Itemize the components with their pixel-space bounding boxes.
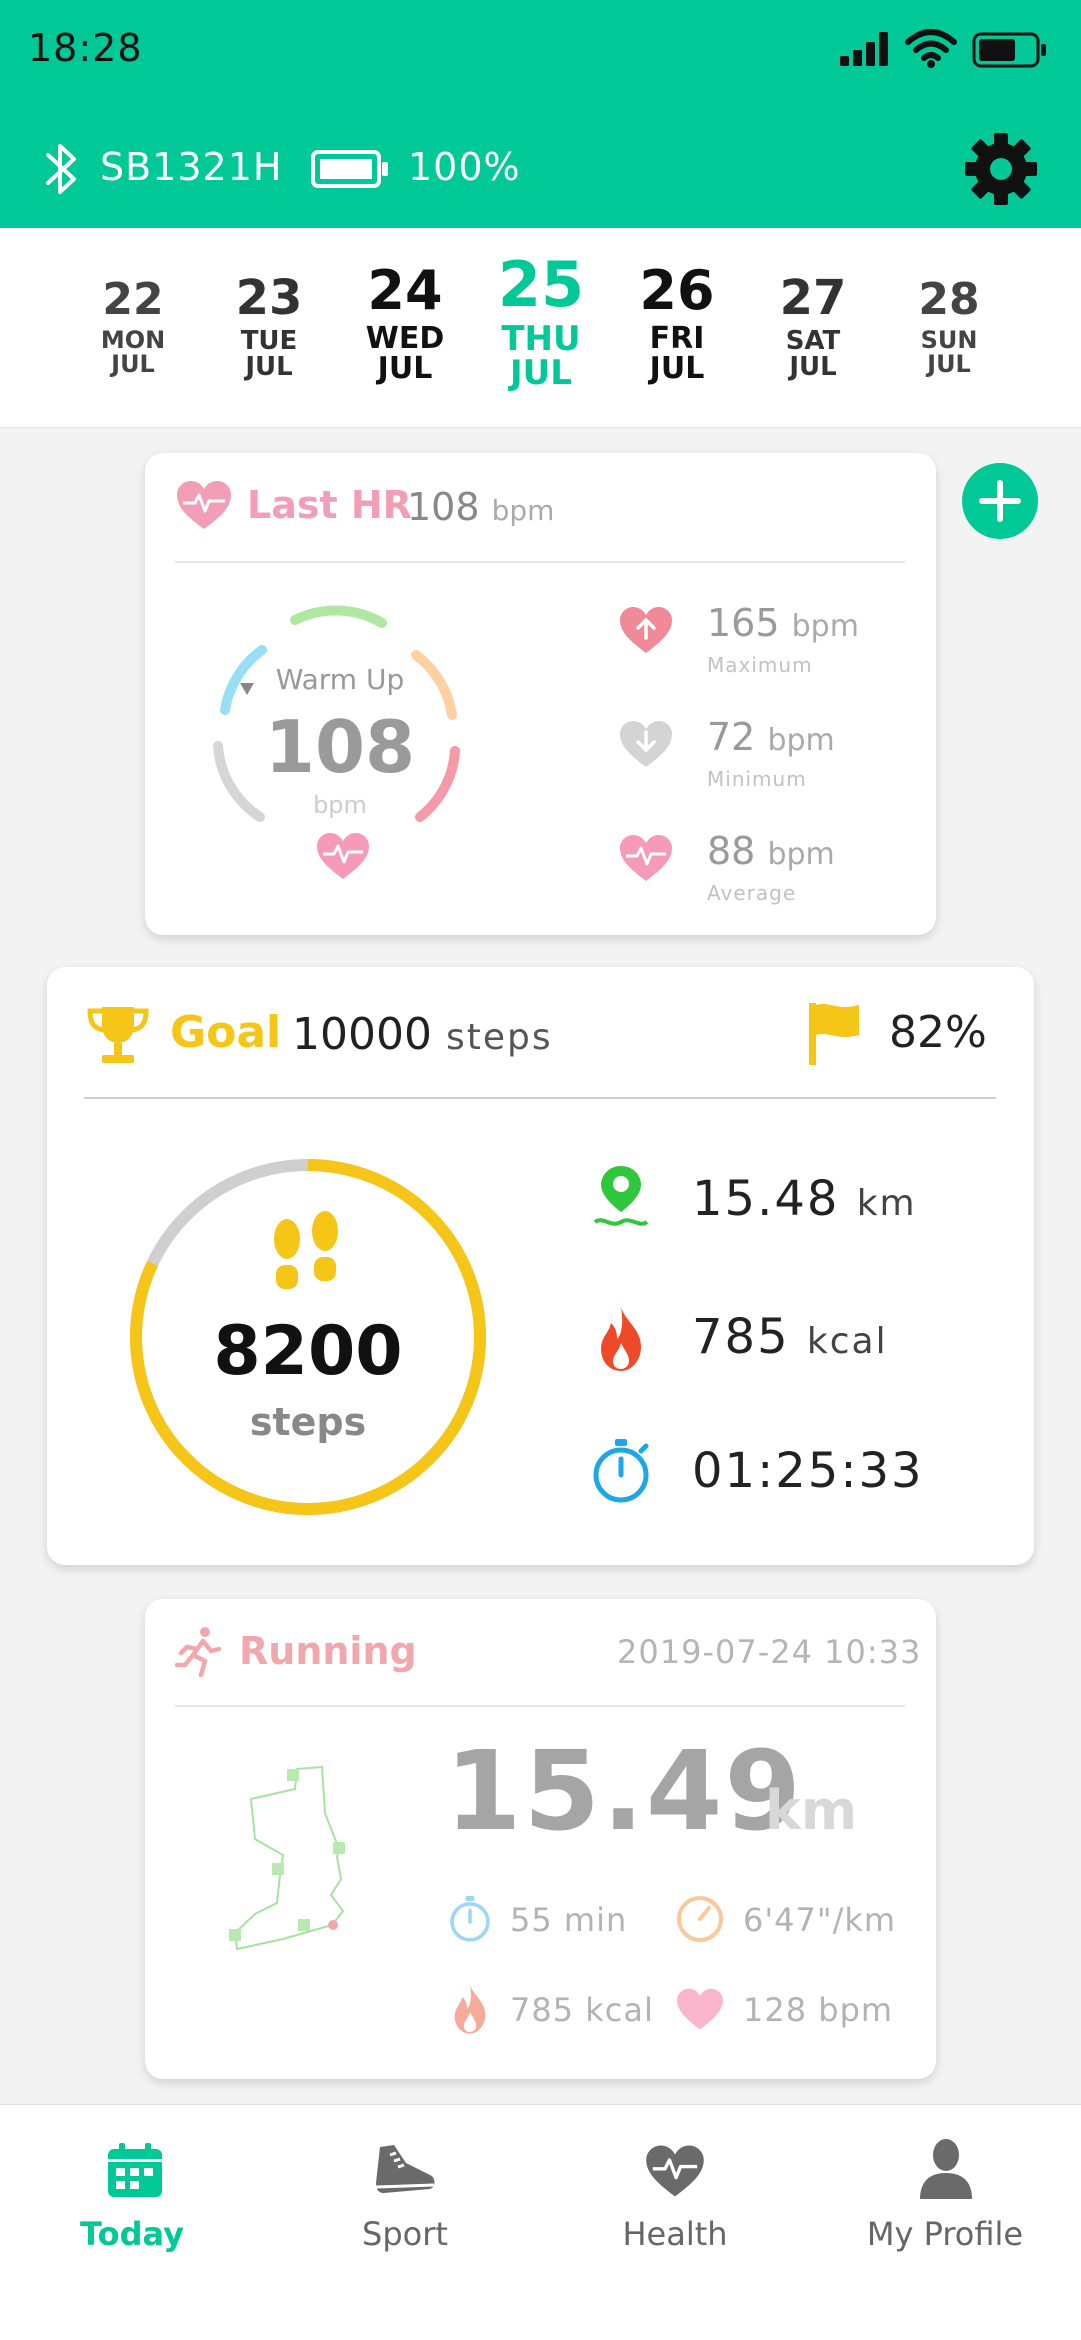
- goal-percent: 82%: [889, 1007, 987, 1058]
- steps-label: steps: [249, 1400, 367, 1444]
- heart-avg-icon: [618, 833, 674, 883]
- date-strip: 22 MON JUL 23 TUE JUL 24 WED JUL 25 THU …: [0, 228, 1081, 428]
- hr-max-label: Maximum: [707, 653, 813, 677]
- running-distance-unit: km: [765, 1779, 858, 1842]
- running-distance: 15.49: [445, 1727, 803, 1855]
- calendar-icon: [106, 2141, 164, 2199]
- divider: [175, 1705, 905, 1707]
- running-duration: 55 min: [510, 1901, 628, 1939]
- device-name: SB1321H: [100, 145, 283, 189]
- bluetooth-icon: [40, 137, 82, 201]
- shoe-icon: [372, 2141, 438, 2199]
- status-time: 18:28: [28, 26, 143, 70]
- heart-down-icon: [618, 719, 674, 769]
- footprints-icon: [261, 1209, 351, 1299]
- hr-avg-label: Average: [707, 881, 797, 905]
- hr-min-label: Minimum: [707, 767, 807, 791]
- hr-last-value: 108 bpm: [407, 485, 555, 529]
- person-icon: [918, 2137, 974, 2201]
- distance-value: 15.48 km: [692, 1171, 917, 1227]
- hr-gauge-unit: bpm: [313, 791, 367, 819]
- route-map: [195, 1739, 385, 1999]
- running-heart-rate: 128 bpm: [743, 1991, 894, 2029]
- step-goal-card[interactable]: Goal 10000 steps 82% 8200 steps 15.48 km…: [47, 967, 1034, 1565]
- date-item-27[interactable]: 27 SAT JUL: [758, 274, 868, 380]
- signal-icon: [838, 28, 894, 68]
- heart-icon: [675, 1987, 725, 2031]
- hr-gauge-value: 108: [264, 705, 416, 789]
- tab-health[interactable]: Health: [540, 2105, 810, 2340]
- settings-gear-icon[interactable]: [961, 129, 1041, 209]
- tab-today[interactable]: Today: [0, 2105, 270, 2340]
- tab-my-profile[interactable]: My Profile: [810, 2105, 1080, 2340]
- flame-icon: [450, 1983, 490, 2035]
- tab-today-label: Today: [80, 2215, 184, 2253]
- phone-battery-icon: [972, 30, 1048, 70]
- running-title: Running: [239, 1629, 417, 1673]
- tab-sport-label: Sport: [362, 2215, 448, 2253]
- stopwatch-icon: [589, 1437, 653, 1505]
- runner-icon: [175, 1625, 223, 1677]
- hr-min-value: 72 bpm: [707, 715, 835, 759]
- running-activity-card[interactable]: Running 2019-07-24 10:33 15.49 km 55 min…: [145, 1599, 936, 2079]
- date-item-24[interactable]: 24 WED JUL: [350, 264, 460, 384]
- running-calories: 785 kcal: [510, 1991, 654, 2029]
- flame-icon: [595, 1305, 647, 1373]
- date-item-28[interactable]: 28 SUN JUL: [894, 278, 1004, 377]
- tab-my-profile-label: My Profile: [866, 2215, 1024, 2253]
- hr-max-value: 165 bpm: [707, 601, 859, 645]
- heart-pulse-icon: [175, 479, 233, 531]
- duration-value: 01:25:33: [692, 1443, 924, 1499]
- add-button[interactable]: [962, 463, 1038, 539]
- divider: [175, 561, 905, 563]
- goal-title: Goal: [170, 1007, 282, 1058]
- heart-pulse-icon: [315, 831, 371, 881]
- trophy-icon: [84, 1003, 152, 1067]
- stopwatch-icon: [447, 1894, 493, 1944]
- tab-health-label: Health: [622, 2215, 728, 2253]
- app-header: 18:28 SB1321H 100%: [0, 0, 1081, 228]
- heart-rate-card[interactable]: Last HR 108 bpm Warm Up 108 bpm 165 bpm …: [145, 453, 936, 935]
- date-item-25-selected[interactable]: 25 THU JUL: [486, 254, 596, 391]
- flag-icon: [805, 999, 865, 1067]
- running-pace: 6'47"/km: [743, 1901, 897, 1939]
- hr-avg-value: 88 bpm: [707, 829, 835, 873]
- wifi-icon: [905, 28, 957, 68]
- date-item-23[interactable]: 23 TUE JUL: [214, 274, 324, 380]
- plus-icon: [979, 480, 1021, 522]
- divider: [84, 1097, 996, 1099]
- running-datetime: 2019-07-24 10:33: [617, 1633, 922, 1671]
- tab-sport[interactable]: Sport: [270, 2105, 540, 2340]
- speedometer-icon: [675, 1894, 725, 1944]
- device-row: SB1321H 100%: [0, 125, 1081, 217]
- calories-value: 785 kcal: [692, 1309, 888, 1365]
- hr-title: Last HR: [247, 483, 412, 527]
- steps-count: 8200: [213, 1312, 403, 1391]
- location-pin-icon: [589, 1162, 653, 1232]
- date-item-22[interactable]: 22 MON JUL: [78, 278, 188, 377]
- heart-pulse-icon: [644, 2143, 706, 2199]
- device-battery-icon: [310, 147, 390, 191]
- date-item-26[interactable]: 26 FRI JUL: [622, 264, 732, 384]
- heart-up-icon: [618, 605, 674, 655]
- bottom-tab-bar: Today Sport Health My Profile: [0, 2104, 1081, 2340]
- hr-zone-label: Warm Up: [275, 663, 405, 696]
- device-battery-percent: 100%: [408, 145, 521, 189]
- goal-target: 10000 steps: [292, 1009, 553, 1060]
